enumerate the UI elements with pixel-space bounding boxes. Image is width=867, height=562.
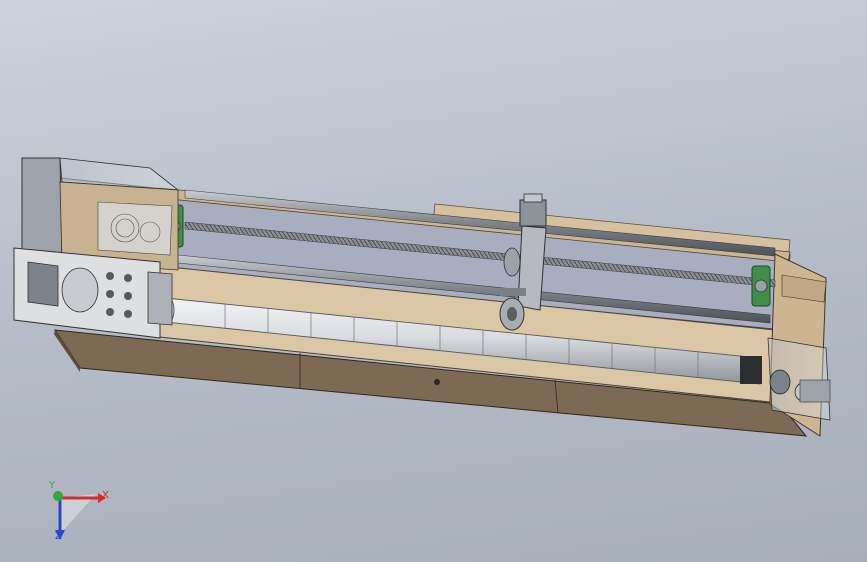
carriage-idler-wheel[interactable]: [503, 247, 521, 277]
y-axis-label: Y: [49, 480, 56, 491]
left-housing-side[interactable]: [21, 157, 63, 263]
drive-pulley[interactable]: [61, 267, 99, 313]
cad-viewport[interactable]: X Y Z: [0, 0, 867, 562]
right-coupling[interactable]: [769, 369, 791, 395]
right-motor-body[interactable]: [799, 379, 831, 403]
machine-assembly-model[interactable]: [0, 0, 867, 562]
motor-window: [27, 261, 59, 307]
base-hole: [434, 379, 440, 385]
carriage-motor[interactable]: [519, 199, 547, 227]
x-axis-label: X: [102, 490, 109, 501]
left-shaft-bracket[interactable]: [147, 271, 173, 326]
cutter-hub: [507, 307, 517, 321]
gear-train[interactable]: [97, 201, 173, 256]
carriage-bracket: [500, 288, 526, 296]
bearing-hub: [754, 279, 768, 293]
roller-right-collar: [740, 356, 762, 384]
carriage-motor-cap: [523, 193, 543, 203]
y-axis-dot: [53, 491, 63, 501]
z-axis-label: Z: [55, 531, 62, 542]
